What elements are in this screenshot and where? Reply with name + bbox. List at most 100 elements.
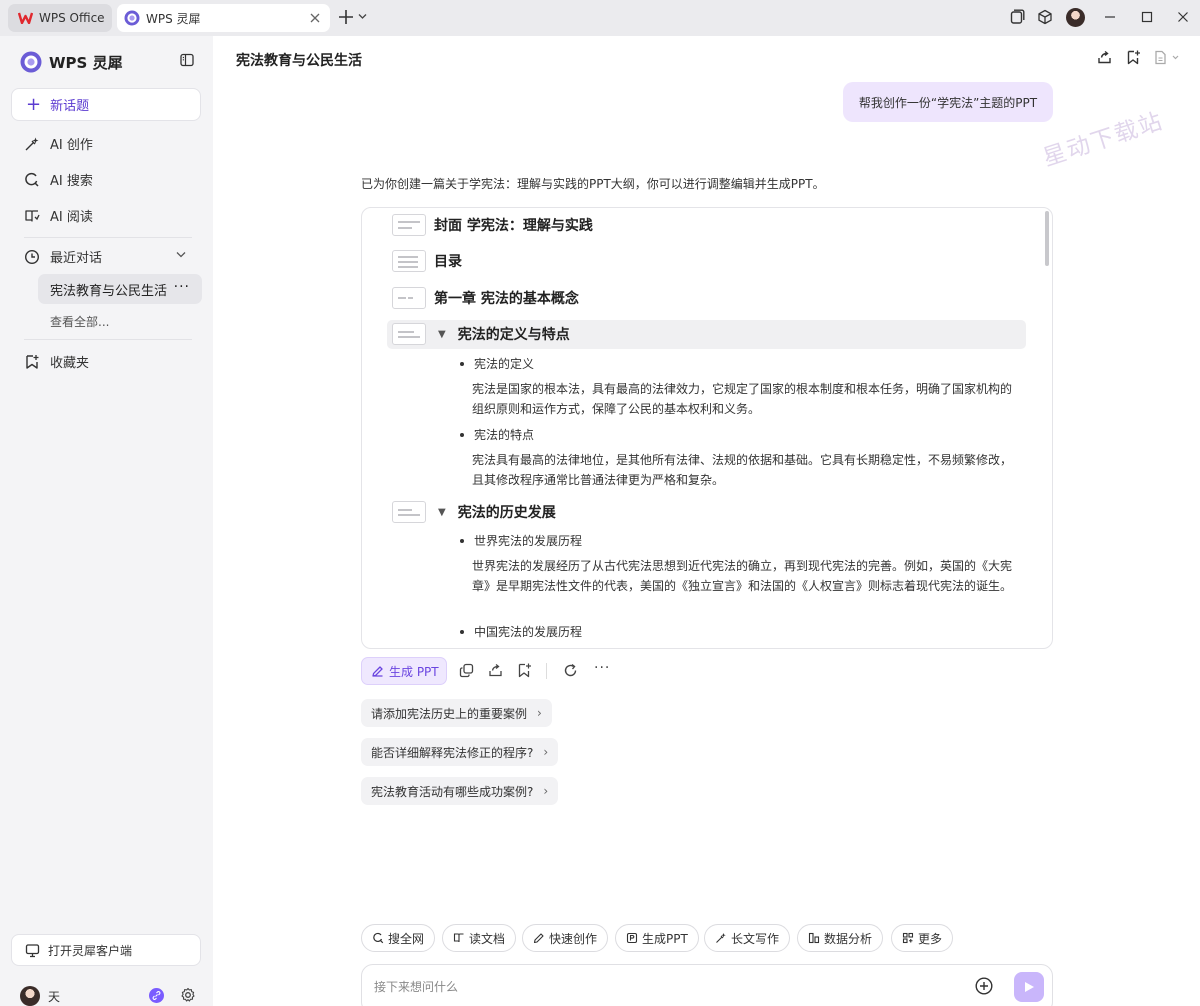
user-message-bubble: 帮我创作一份“学宪法”主题的PPT bbox=[843, 82, 1053, 122]
view-all-link[interactable]: 查看全部... bbox=[50, 313, 109, 330]
page-title: 宪法教育与公民生活 bbox=[236, 53, 362, 69]
close-icon[interactable] bbox=[308, 11, 322, 25]
user-name: 天 bbox=[48, 990, 61, 1004]
add-circle-icon[interactable] bbox=[975, 977, 993, 995]
window-layout-icon[interactable] bbox=[1009, 9, 1025, 25]
chip-long-write[interactable]: 长文写作 bbox=[704, 924, 791, 952]
close-window-icon[interactable] bbox=[1176, 9, 1190, 25]
suggestion-label: 宪法教育活动有哪些成功案例? bbox=[371, 784, 534, 799]
chart-icon bbox=[808, 932, 820, 944]
chevron-down-icon[interactable] bbox=[358, 13, 367, 20]
suggestion-label: 请添加宪法历史上的重要案例 bbox=[371, 706, 528, 721]
avatar[interactable] bbox=[20, 986, 40, 1006]
book-icon bbox=[24, 208, 40, 224]
sidebar-item-ai-search[interactable]: AI 搜索 bbox=[24, 170, 93, 189]
title-bar: WPS Office WPS 灵犀 bbox=[0, 0, 1200, 36]
slide-thumbnail-icon bbox=[392, 250, 426, 272]
sidebar-item-ai-read[interactable]: AI 阅读 bbox=[24, 206, 93, 225]
more-icon[interactable]: ··· bbox=[594, 660, 610, 676]
sidebar-toggle-icon[interactable] bbox=[180, 53, 194, 67]
outline-section-definition[interactable]: ▼ 宪法的定义与特点 bbox=[392, 323, 570, 345]
new-tab-icon[interactable] bbox=[338, 9, 354, 25]
outline-section-history[interactable]: ▼ 宪法的历史发展 bbox=[392, 501, 556, 523]
share-icon[interactable] bbox=[1097, 50, 1112, 65]
chip-label: 读文档 bbox=[469, 931, 506, 946]
open-client-button[interactable]: 打开灵犀客户端 bbox=[11, 934, 201, 966]
chat-input[interactable] bbox=[374, 977, 954, 997]
tab-wps-lingxi[interactable]: WPS 灵犀 bbox=[117, 4, 330, 32]
ppt-outline-card[interactable]: 封面 学宪法：理解与实践 目录 第一章 宪法的基本概念 ▼ 宪法的定义与特点 宪… bbox=[361, 207, 1053, 649]
sidebar-item-label: AI 创作 bbox=[50, 138, 93, 153]
search-icon bbox=[24, 172, 40, 188]
export-doc-icon[interactable] bbox=[1154, 50, 1182, 65]
apps-icon bbox=[902, 932, 914, 944]
clock-icon bbox=[24, 249, 40, 265]
outline-point-text: 宪法具有最高的法律地位，是其他所有法律、法规的依据和基础。它具有长期稳定性，不易… bbox=[472, 453, 1013, 487]
generate-ppt-button[interactable]: 生成 PPT bbox=[361, 657, 447, 685]
outline-point: 宪法的定义 bbox=[460, 355, 534, 372]
minimize-icon[interactable] bbox=[1103, 9, 1117, 25]
chevron-right-icon: › bbox=[543, 745, 549, 759]
bookmark-icon bbox=[24, 354, 40, 370]
recent-item-label: 宪法教育与公民生活 bbox=[50, 283, 168, 299]
wps-logo-icon bbox=[18, 12, 33, 24]
outline-item-title: 封面 学宪法：理解与实践 bbox=[434, 218, 593, 234]
new-topic-button[interactable]: + 新话题 bbox=[11, 88, 201, 121]
suggestion-chip[interactable]: 请添加宪法历史上的重要案例 › bbox=[361, 699, 552, 727]
chip-label: 搜全网 bbox=[388, 931, 425, 946]
gear-icon[interactable] bbox=[180, 987, 196, 1003]
scrollbar[interactable] bbox=[1045, 211, 1049, 266]
chip-label: 生成PPT bbox=[642, 931, 688, 946]
chip-generate-ppt[interactable]: 生成PPT bbox=[615, 924, 699, 952]
triangle-down-icon[interactable]: ▼ bbox=[438, 329, 446, 340]
chip-data-analysis[interactable]: 数据分析 bbox=[797, 924, 884, 952]
refresh-icon[interactable] bbox=[563, 663, 578, 678]
book-icon bbox=[453, 932, 465, 944]
recent-item-active[interactable]: 宪法教育与公民生活 ··· bbox=[38, 274, 202, 304]
tab-wps-office[interactable]: WPS Office bbox=[8, 4, 112, 32]
outline-point: 中国宪法的发展历程 bbox=[460, 623, 582, 640]
chevron-right-icon: › bbox=[537, 706, 542, 720]
chip-web-search[interactable]: 搜全网 bbox=[361, 924, 436, 952]
tab-label: WPS Office bbox=[39, 11, 105, 25]
suggestion-chip[interactable]: 能否详细解释宪法修正的程序? › bbox=[361, 738, 559, 766]
suggestion-chip[interactable]: 宪法教育活动有哪些成功案例? › bbox=[361, 777, 559, 805]
recent-label: 最近对话 bbox=[50, 251, 103, 266]
triangle-down-icon[interactable]: ▼ bbox=[438, 507, 446, 518]
bookmark-add-icon[interactable] bbox=[517, 663, 532, 678]
share-icon[interactable] bbox=[488, 663, 503, 678]
slide-thumbnail-icon bbox=[392, 214, 426, 236]
lingxi-logo-icon bbox=[20, 51, 42, 73]
outline-item-title: 第一章 宪法的基本概念 bbox=[434, 291, 579, 307]
outline-item-cover[interactable]: 封面 学宪法：理解与实践 bbox=[392, 214, 593, 236]
outline-point: 世界宪法的发展历程 bbox=[460, 532, 582, 549]
sidebar-item-ai-create[interactable]: AI 创作 bbox=[24, 134, 93, 153]
maximize-icon[interactable] bbox=[1140, 9, 1154, 25]
slide-thumbnail-icon bbox=[392, 287, 426, 309]
chip-quick-create[interactable]: 快速创作 bbox=[522, 924, 609, 952]
chevron-right-icon: › bbox=[543, 784, 549, 798]
chevron-down-icon[interactable] bbox=[176, 251, 186, 258]
copy-icon[interactable] bbox=[459, 663, 474, 678]
chip-read-doc[interactable]: 读文档 bbox=[442, 924, 517, 952]
outline-item-chapter1[interactable]: 第一章 宪法的基本概念 bbox=[392, 287, 579, 309]
avatar[interactable] bbox=[1066, 8, 1085, 27]
sidebar-item-favorites[interactable]: 收藏夹 bbox=[24, 352, 89, 371]
assistant-intro: 已为你创建一篇关于学宪法：理解与实践的PPT大纲，你可以进行调整编辑并生成PPT… bbox=[361, 177, 825, 191]
outline-point-text: 宪法是国家的根本法，具有最高的法律效力，它规定了国家的根本制度和根本任务，明确了… bbox=[472, 382, 1013, 416]
suggestion-label: 能否详细解释宪法修正的程序? bbox=[371, 745, 534, 760]
bookmark-add-icon[interactable] bbox=[1126, 50, 1141, 65]
sparkle-pen-icon bbox=[715, 932, 727, 944]
pen-icon bbox=[533, 932, 545, 944]
sidebar-recent-header[interactable]: 最近对话 bbox=[24, 247, 102, 266]
more-icon[interactable]: ··· bbox=[174, 279, 190, 295]
link-icon[interactable] bbox=[149, 988, 164, 1003]
divider bbox=[24, 237, 192, 238]
ppt-icon bbox=[626, 932, 638, 944]
divider bbox=[24, 339, 192, 340]
chip-more[interactable]: 更多 bbox=[891, 924, 954, 952]
outline-item-toc[interactable]: 目录 bbox=[392, 250, 462, 272]
send-button[interactable] bbox=[1014, 972, 1044, 1002]
slide-thumbnail-icon bbox=[392, 501, 426, 523]
cube-icon[interactable] bbox=[1037, 9, 1053, 25]
